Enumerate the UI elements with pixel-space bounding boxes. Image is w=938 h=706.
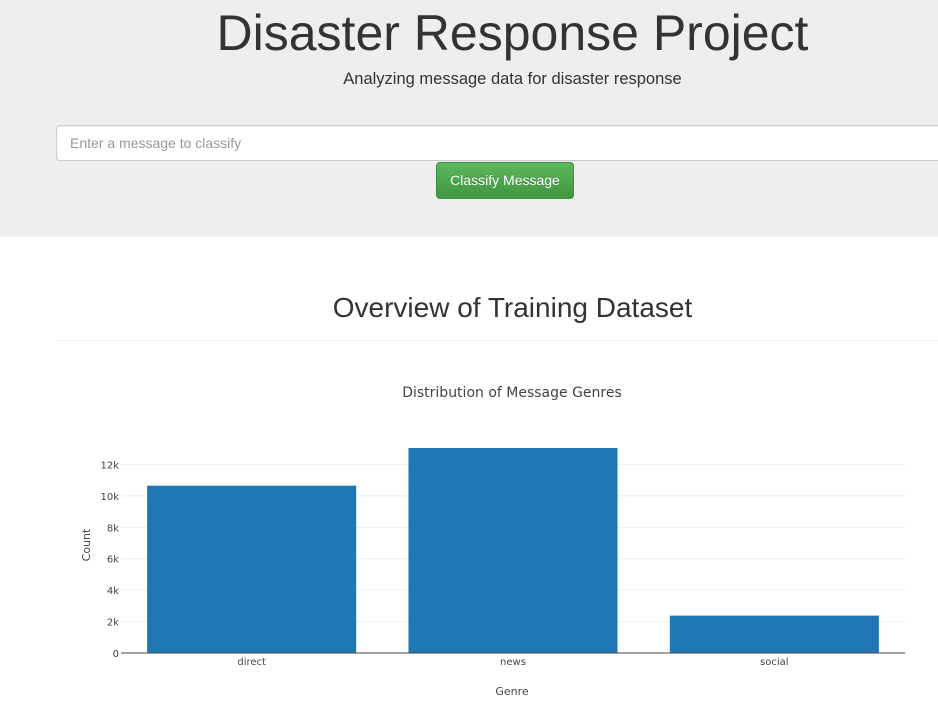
y-tick-label: 8k [107, 523, 119, 534]
y-tick-label: 2k [107, 618, 119, 629]
x-axis-title: Genre [495, 685, 529, 698]
y-tick-label: 4k [107, 586, 119, 597]
chart-title: Distribution of Message Genres [402, 385, 622, 401]
genre-distribution-chart: Distribution of Message Genres 0 2k 4k 6k 8k… [80, 385, 905, 698]
bar-news[interactable] [408, 448, 618, 653]
y-tick-label: 6k [107, 555, 119, 566]
message-input[interactable] [56, 125, 938, 161]
classify-message-button[interactable]: Classify Message [436, 162, 574, 199]
y-axis-title: Count [80, 528, 93, 561]
page-title: Disaster Response Project [216, 5, 809, 61]
x-tick-label: social [760, 657, 789, 668]
section-title: Overview of Training Dataset [332, 292, 693, 323]
y-tick-label: 10k [100, 492, 119, 503]
bar-social[interactable] [669, 615, 879, 653]
x-tick-label: direct [237, 657, 266, 668]
y-tick-label: 0 [113, 649, 119, 660]
bar-direct[interactable] [147, 485, 357, 653]
jumbotron: Disaster Response Project Analyzing mess… [0, 0, 938, 237]
page-subtitle: Analyzing message data for disaster resp… [343, 70, 682, 88]
y-tick-label: 12k [100, 460, 119, 471]
x-tick-label: news [500, 657, 526, 668]
section-divider [56, 340, 938, 341]
